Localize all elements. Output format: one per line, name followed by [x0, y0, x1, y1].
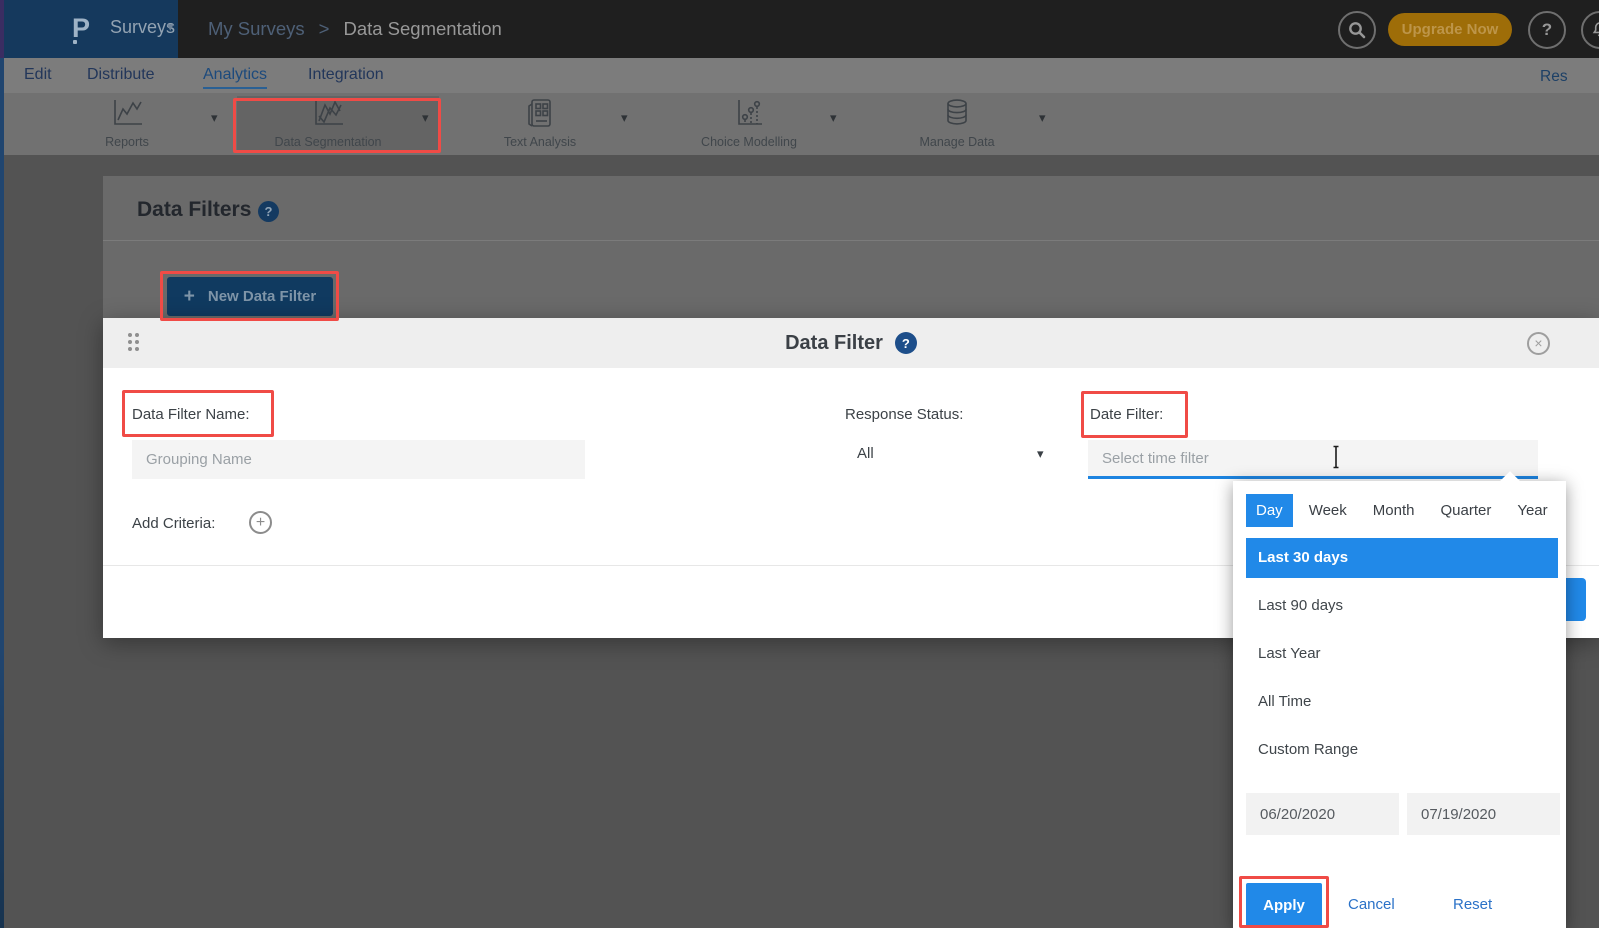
database-icon — [941, 98, 973, 128]
search-icon — [1348, 21, 1366, 39]
text-analysis-icon — [524, 98, 556, 128]
reset-button[interactable]: Reset — [1453, 896, 1492, 913]
data-filters-help-icon[interactable]: ? — [258, 201, 279, 222]
breadcrumb-current: Data Segmentation — [343, 18, 501, 40]
annotation-box-data-segmentation — [233, 98, 441, 153]
response-status-caret-icon[interactable]: ▾ — [1037, 446, 1044, 462]
period-tabs: Day Week Month Quarter Year — [1246, 494, 1558, 527]
breadcrumb-my-surveys[interactable]: My Surveys — [208, 18, 305, 40]
text-cursor — [1331, 445, 1341, 474]
tab-quarter[interactable]: Quarter — [1430, 494, 1501, 527]
modal-header: Data Filter ? × — [103, 318, 1599, 368]
date-option-all-time[interactable]: All Time — [1246, 682, 1558, 722]
modal-title: Data Filter — [785, 332, 883, 355]
date-filter-dropdown: Day Week Month Quarter Year Last 30 days… — [1233, 481, 1566, 928]
modal-title-wrap: Data Filter ? — [103, 318, 1599, 368]
annotation-box-data-filter-name — [122, 390, 274, 437]
page-title: Data Filters — [137, 198, 251, 222]
tab-day[interactable]: Day — [1246, 494, 1293, 527]
tab-integration[interactable]: Integration — [308, 66, 384, 84]
choice-modelling-icon — [733, 98, 765, 128]
toolbar-item-choice-modelling[interactable]: Choice Modelling — [664, 98, 834, 149]
notifications-button[interactable] — [1581, 11, 1599, 49]
add-criteria-plus-icon[interactable]: + — [249, 511, 272, 534]
tab-year[interactable]: Year — [1507, 494, 1557, 527]
manage-data-caret-icon[interactable]: ▾ — [1039, 110, 1046, 126]
date-option-last-year[interactable]: Last Year — [1246, 634, 1558, 674]
help-button[interactable]: ? — [1528, 11, 1566, 49]
date-option-last-30-days[interactable]: Last 30 days — [1246, 538, 1558, 578]
reports-caret-icon[interactable]: ▾ — [211, 110, 218, 126]
start-date-input[interactable] — [1246, 793, 1399, 835]
cancel-button[interactable]: Cancel — [1348, 896, 1395, 913]
toolbar-item-manage-data[interactable]: Manage Data — [872, 98, 1042, 149]
bell-icon — [1591, 21, 1599, 39]
text-analysis-caret-icon[interactable]: ▾ — [621, 110, 628, 126]
grouping-name-input[interactable] — [132, 440, 585, 479]
annotation-box-apply — [1239, 876, 1329, 928]
upgrade-now-button[interactable]: Upgrade Now — [1388, 13, 1512, 46]
tab-edit[interactable]: Edit — [24, 66, 52, 84]
product-switcher[interactable]: P Surveys ▾ — [4, 0, 178, 58]
tab-analytics[interactable]: Analytics — [203, 66, 267, 89]
add-criteria-label: Add Criteria: — [132, 515, 215, 532]
date-option-last-90-days[interactable]: Last 90 days — [1246, 586, 1558, 626]
tab-week[interactable]: Week — [1299, 494, 1357, 527]
breadcrumb: My Surveys > Data Segmentation — [208, 18, 502, 40]
response-status-select[interactable]: All — [857, 445, 874, 462]
date-filter-input[interactable] — [1088, 440, 1538, 479]
app-screen: P Surveys ▾ My Surveys > Data Segmentati… — [0, 0, 1599, 928]
response-status-label: Response Status: — [845, 406, 963, 423]
questionpro-logo-icon: P — [72, 13, 90, 44]
search-button[interactable] — [1338, 11, 1376, 49]
top-navbar: P Surveys ▾ My Surveys > Data Segmentati… — [0, 0, 1599, 58]
question-icon: ? — [1542, 20, 1552, 40]
breadcrumb-chevron-icon: > — [319, 18, 330, 40]
responses-link[interactable]: Res — [1540, 68, 1568, 86]
chevron-down-icon: ▾ — [167, 19, 174, 35]
annotation-box-new-data-filter — [160, 271, 339, 321]
window-edge — [0, 0, 4, 928]
panel-divider — [103, 240, 1599, 241]
line-chart-icon — [109, 98, 145, 128]
end-date-input[interactable] — [1407, 793, 1560, 835]
tab-distribute[interactable]: Distribute — [87, 66, 155, 84]
tab-month[interactable]: Month — [1363, 494, 1425, 527]
survey-tabs-bar: Edit Distribute Analytics Integration Re… — [0, 58, 1599, 93]
date-option-custom-range[interactable]: Custom Range — [1246, 730, 1558, 770]
modal-help-icon[interactable]: ? — [895, 332, 917, 354]
toolbar-item-reports[interactable]: Reports — [42, 98, 212, 149]
choice-modelling-caret-icon[interactable]: ▾ — [830, 110, 837, 126]
product-name[interactable]: Surveys — [110, 17, 175, 38]
annotation-box-date-filter — [1081, 391, 1188, 438]
close-icon[interactable]: × — [1527, 332, 1550, 355]
toolbar-item-text-analysis[interactable]: Text Analysis — [455, 98, 625, 149]
